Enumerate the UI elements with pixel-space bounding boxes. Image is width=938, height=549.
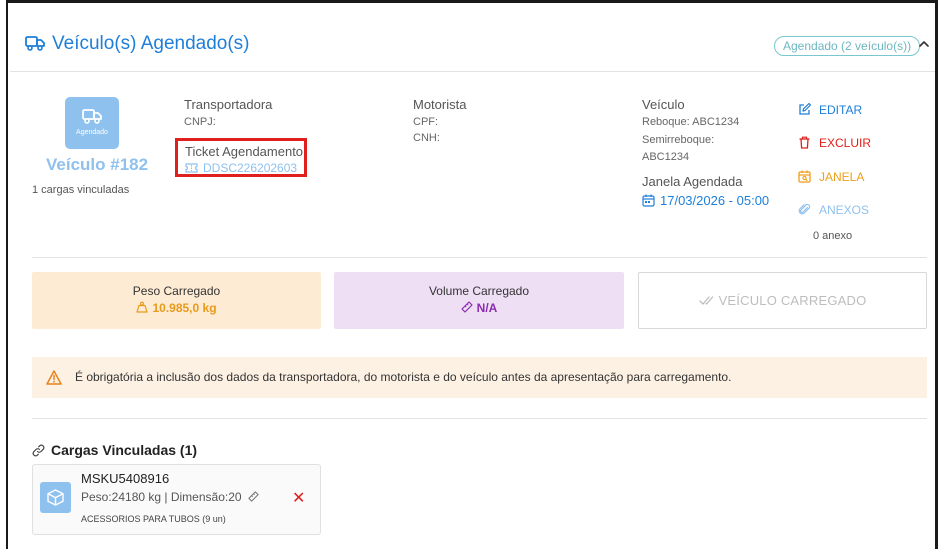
veiculo-carregado-label: VEÍCULO CARREGADO <box>718 293 867 308</box>
edit-icon <box>799 103 811 115</box>
edit-button-label: EDITAR <box>819 103 863 117</box>
carga-meta: Peso:24180 kg | Dimensão:20 <box>81 490 242 504</box>
chevron-up-icon[interactable] <box>918 38 930 50</box>
anexos-button-label: ANEXOS <box>819 203 870 217</box>
ticket-highlight-box: Ticket Agendamento DDSC226202603 <box>175 138 307 177</box>
scheduled-vehicles-card: Veículo(s) Agendado(s) Agendado (2 veícu… <box>10 10 935 549</box>
ruler-icon <box>461 301 473 313</box>
truck-icon <box>25 36 45 51</box>
package-icon <box>47 489 64 506</box>
ticket-icon <box>185 163 198 173</box>
anexos-button[interactable]: ANEXOS <box>798 203 869 217</box>
volume-title: Volume Carregado <box>428 284 530 298</box>
warning-text: É obrigatória a inclusão dos dados da tr… <box>75 370 732 384</box>
ruler-icon <box>248 491 259 502</box>
carga-meta-row: Peso:24180 kg | Dimensão:20 <box>81 490 259 504</box>
delete-button[interactable]: EXCLUIR <box>798 136 871 150</box>
warning-icon <box>46 370 62 385</box>
motorista-label: Motorista <box>413 97 467 112</box>
peso-value-row: 10.985,0 kg <box>32 301 321 315</box>
close-icon[interactable]: ✕ <box>292 491 305 507</box>
paperclip-icon <box>798 203 811 215</box>
weight-icon <box>136 301 149 313</box>
double-check-icon <box>698 296 713 305</box>
edit-button[interactable]: EDITAR <box>798 103 862 117</box>
calendar-search-icon <box>798 170 811 183</box>
screen-frame-top <box>0 0 938 3</box>
vehicle-status-label: Agendado <box>76 129 108 136</box>
carga-avatar-tile <box>40 482 71 513</box>
cpf-label: CPF: <box>413 116 439 128</box>
janela-button-label: JANELA <box>819 170 865 184</box>
cnh-label: CNH: <box>413 132 440 144</box>
screen-frame-left <box>0 0 8 549</box>
semirreboque-label: Semirreboque: <box>642 134 715 146</box>
cargas-title-text: Cargas Vinculadas (1) <box>51 442 198 458</box>
cnpj-label: CNPJ: <box>184 116 216 128</box>
janela-date-text: 17/03/2026 - 05:00 <box>660 193 770 208</box>
vehicle-avatar-tile: Agendado <box>65 97 119 149</box>
carga-code: MSKU5408916 <box>81 471 170 486</box>
trash-icon <box>799 136 810 149</box>
delete-button-label: EXCLUIR <box>819 136 872 150</box>
status-badge: Agendado (2 veículo(s)) <box>774 36 921 56</box>
peso-carregado-box: Peso Carregado 10.985,0 kg <box>32 272 321 329</box>
warning-alert: É obrigatória a inclusão dos dados da tr… <box>32 357 927 398</box>
carga-list-item[interactable]: MSKU5408916 Peso:24180 kg | Dimensão:20 … <box>32 464 321 535</box>
janela-button[interactable]: JANELA <box>798 170 864 184</box>
veiculo-carregado-row: VEÍCULO CARREGADO <box>639 293 926 308</box>
veiculo-carregado-button[interactable]: VEÍCULO CARREGADO <box>638 272 927 329</box>
janela-date: 17/03/2026 - 05:00 <box>642 193 769 208</box>
divider <box>32 418 927 419</box>
peso-title: Peso Carregado <box>132 284 221 298</box>
ticket-label: Ticket Agendamento <box>185 144 304 159</box>
cargas-section-title: Cargas Vinculadas (1) <box>32 442 197 458</box>
peso-value: 10.985,0 kg <box>152 301 217 315</box>
carga-description: ACESSORIOS PARA TUBOS (9 un) <box>81 514 226 524</box>
ticket-value-text: DDSC226202603 <box>203 161 298 175</box>
veiculo-label: Veículo <box>642 97 685 112</box>
reboque-value: Reboque: ABC1234 <box>642 116 740 128</box>
calendar-icon <box>642 194 655 207</box>
transportadora-label: Transportadora <box>184 97 273 112</box>
volume-value: N/A <box>476 301 498 315</box>
card-title: Veículo(s) Agendado(s) <box>52 33 250 54</box>
vehicle-cargas-count: 1 cargas vinculadas <box>32 184 130 196</box>
volume-carregado-box: Volume Carregado N/A <box>334 272 624 329</box>
janela-label: Janela Agendada <box>642 174 743 189</box>
card-header[interactable]: Veículo(s) Agendado(s) Agendado (2 veícu… <box>10 10 935 72</box>
truck-icon <box>82 109 102 124</box>
volume-value-row: N/A <box>334 301 624 315</box>
link-icon <box>32 444 45 457</box>
semirreboque-value: ABC1234 <box>642 151 690 163</box>
ticket-value[interactable]: DDSC226202603 <box>185 161 297 175</box>
anexo-count: 0 anexo <box>813 230 853 242</box>
vehicle-name: Veículo #182 <box>46 155 149 174</box>
divider <box>32 257 927 258</box>
